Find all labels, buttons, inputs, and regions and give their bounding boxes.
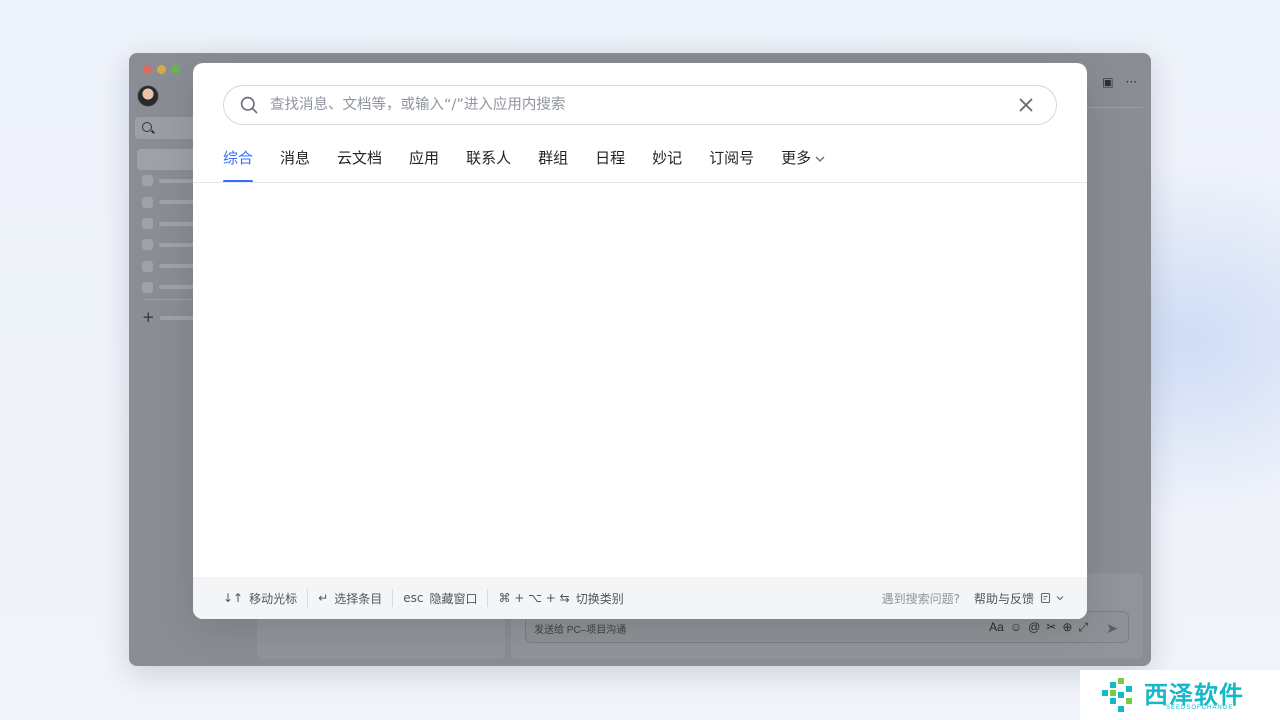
tab-apps[interactable]: 应用 — [409, 145, 439, 183]
window-zoom-dot[interactable] — [171, 65, 180, 74]
tab-more-label: 更多 — [781, 149, 812, 167]
sidebar-add-label — [160, 316, 196, 320]
sidebar-divider — [143, 299, 193, 300]
tab-messages[interactable]: 消息 — [280, 145, 310, 183]
avatar[interactable] — [137, 85, 159, 107]
sidebar-item[interactable] — [137, 277, 197, 298]
watermark-sub: SEEDSOFCHANGE — [1166, 705, 1234, 711]
category-tabs: 综合 消息 云文档 应用 联系人 群组 日程 妙记 订阅号 更多 — [223, 145, 853, 183]
window-close-dot[interactable] — [143, 65, 152, 74]
tab-docs[interactable]: 云文档 — [337, 145, 382, 183]
search-icon — [142, 122, 152, 132]
hint-label: 隐藏窗口 — [429, 591, 478, 606]
arrows-icon: ↓↑ — [223, 591, 244, 605]
text-format-icon[interactable]: Aa — [989, 620, 1004, 635]
search-input[interactable] — [270, 86, 1000, 124]
tab-minutes[interactable]: 妙记 — [652, 145, 682, 183]
sidebar-item[interactable] — [137, 213, 197, 234]
enter-icon: ↵ — [318, 591, 329, 605]
chat-header-tools: ▣ ··· — [1102, 75, 1137, 89]
send-icon[interactable]: ➤ — [1102, 618, 1122, 638]
mention-icon[interactable]: @ — [1028, 620, 1040, 635]
tab-subscriptions[interactable]: 订阅号 — [709, 145, 754, 183]
search-box[interactable] — [223, 85, 1057, 125]
close-icon[interactable] — [1018, 97, 1034, 113]
hint-switch-category: ⌘ + ⌥ + ⇆ 切换类别 — [487, 589, 633, 607]
esc-key: esc — [403, 591, 424, 605]
feedback-icon[interactable] — [1040, 592, 1052, 604]
sidebar-item[interactable] — [137, 170, 197, 191]
hint-label: 移动光标 — [249, 591, 298, 606]
tab-groups[interactable]: 群组 — [538, 145, 568, 183]
emoji-icon[interactable]: ☺ — [1010, 620, 1022, 635]
composer-tools: Aa ☺ @ ✂ ⊕ ⤢ — [989, 620, 1088, 635]
watermark-logo: 西泽软件 SEEDSOFCHANGE — [1080, 670, 1280, 720]
tab-more[interactable]: 更多 — [781, 145, 826, 183]
hint-label: 选择条目 — [334, 591, 383, 606]
add-icon[interactable]: ⊕ — [1062, 620, 1072, 635]
tab-all[interactable]: 综合 — [223, 145, 254, 183]
sidebar-item[interactable] — [137, 149, 197, 171]
search-issue-text: 遇到搜索问题? — [881, 591, 960, 606]
shortcut-keys: ⌘ + ⌥ + ⇆ — [498, 591, 570, 605]
tab-contacts[interactable]: 联系人 — [466, 145, 511, 183]
sidebar-list — [137, 149, 197, 298]
window-minimize-dot[interactable] — [157, 65, 166, 74]
search-dialog: 综合 消息 云文档 应用 联系人 群组 日程 妙记 订阅号 更多 ↓↑ 移动光标… — [193, 63, 1087, 619]
more-icon[interactable]: ··· — [1126, 75, 1137, 89]
sidebar-item[interactable] — [137, 192, 197, 213]
chevron-down-icon[interactable] — [1055, 593, 1065, 603]
window-icon[interactable]: ▣ — [1102, 75, 1113, 89]
hint-select-item: ↵ 选择条目 — [307, 589, 392, 607]
search-icon — [240, 96, 258, 114]
brand-logo-icon — [1102, 678, 1132, 712]
composer-placeholder: 发送给 PC–项目沟通 — [534, 625, 627, 636]
plus-icon[interactable]: + — [142, 308, 155, 326]
help-feedback-link[interactable]: 帮助与反馈 — [974, 590, 1034, 607]
hint-label: 切换类别 — [575, 591, 624, 606]
hint-hide-window: esc 隐藏窗口 — [392, 589, 487, 607]
sidebar-item[interactable] — [137, 234, 197, 255]
sidebar-item[interactable] — [137, 255, 197, 276]
footer-help: 遇到搜索问题? 帮助与反馈 — [882, 577, 1065, 619]
scissors-icon[interactable]: ✂ — [1046, 620, 1056, 635]
chevron-down-icon — [815, 156, 825, 162]
tabs-divider — [193, 182, 1087, 183]
hint-move-cursor: ↓↑ 移动光标 — [193, 589, 307, 607]
expand-icon[interactable]: ⤢ — [1078, 620, 1088, 635]
tab-calendar[interactable]: 日程 — [595, 145, 625, 183]
shortcut-footer: ↓↑ 移动光标 ↵ 选择条目 esc 隐藏窗口 ⌘ + ⌥ + ⇆ 切换类别 遇… — [193, 577, 1087, 619]
